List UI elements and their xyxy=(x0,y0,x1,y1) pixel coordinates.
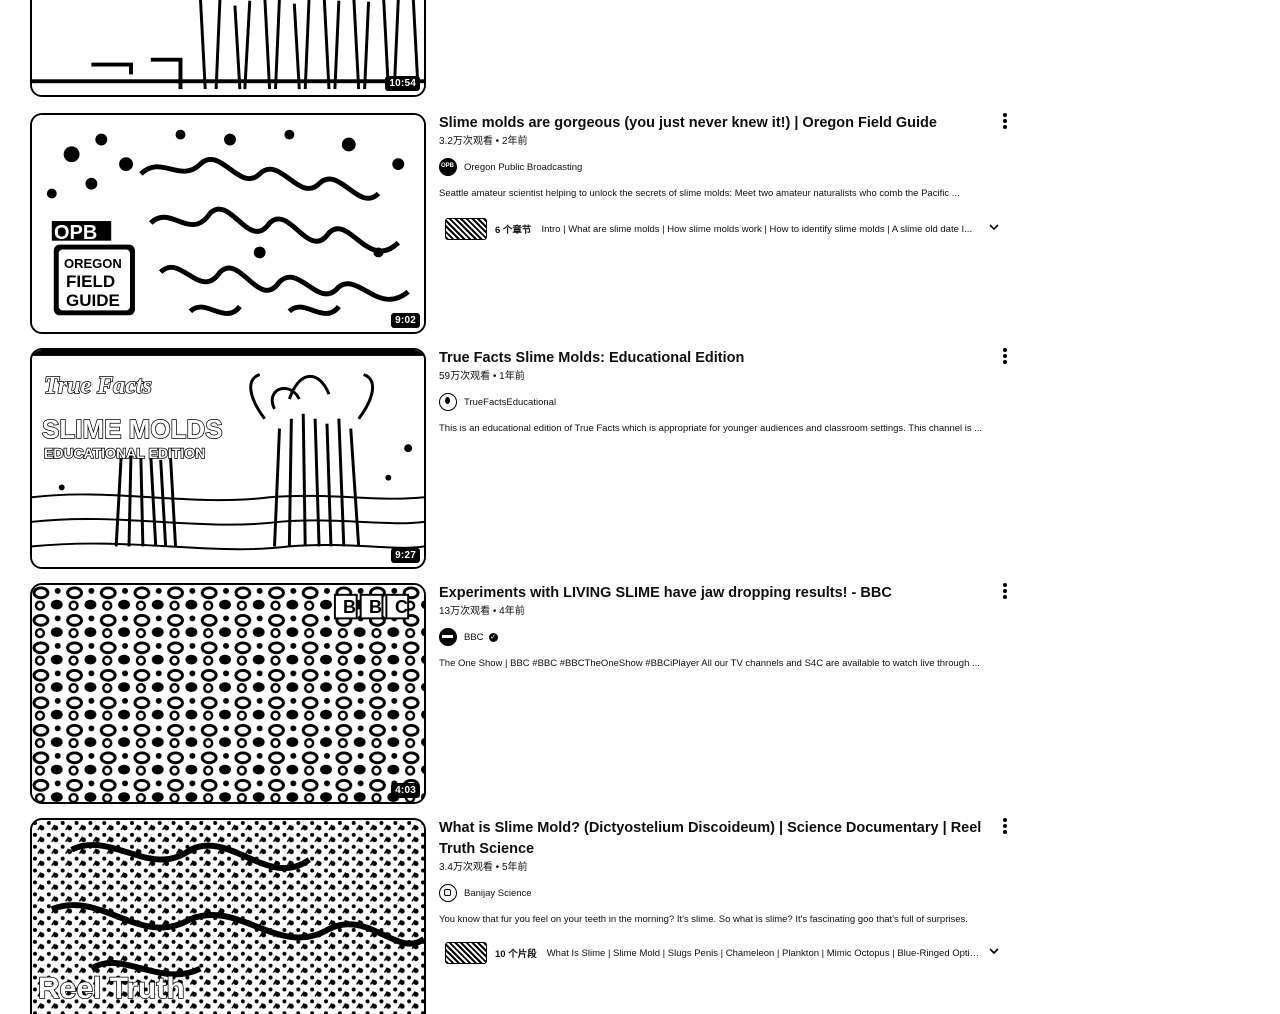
video-duration: 10:54 xyxy=(385,76,420,91)
video-title[interactable]: What is Slime Mold? (Dictyostelium Disco… xyxy=(439,818,999,860)
channel-name[interactable]: BBC xyxy=(464,632,484,643)
channel-avatar[interactable] xyxy=(439,393,457,411)
video-description: You know that fur you feel on your teeth… xyxy=(439,914,968,925)
video-duration: 9:02 xyxy=(391,313,420,328)
video-title[interactable]: Experiments with LIVING SLIME have jaw d… xyxy=(439,583,999,604)
video-description: Seattle amateur scientist helping to unl… xyxy=(439,188,960,199)
chapters-list: Intro | What are slime molds | How slime… xyxy=(541,223,973,235)
video-title[interactable]: True Facts Slime Molds: Educational Edit… xyxy=(439,348,999,369)
video-meta: 3.4万次观看 • 5年前 xyxy=(439,862,528,873)
chevron-down-icon[interactable] xyxy=(987,945,1001,959)
channel-avatar[interactable] xyxy=(439,628,457,646)
video-thumbnail[interactable]: OPB OREGON FIELD GUIDE 9:02 xyxy=(30,113,426,334)
bbc-logo-letter: C xyxy=(395,597,408,617)
thumbnail-art xyxy=(32,0,424,95)
channel-name[interactable]: Banijay Science xyxy=(464,888,532,899)
more-vert-icon[interactable] xyxy=(996,818,1014,838)
thumbnail-text: Reel Truth xyxy=(37,972,185,1005)
thumbnail-logo-line: GUIDE xyxy=(66,291,120,310)
chapter-thumbnail[interactable] xyxy=(445,218,487,240)
video-meta: 3.2万次观看 • 2年前 xyxy=(439,136,528,147)
channel-row[interactable]: TrueFactsEducational xyxy=(439,392,999,412)
video-duration: 4:03 xyxy=(391,783,420,798)
chapters-count: 10 个片段 xyxy=(495,949,537,960)
thumbnail-art xyxy=(32,585,424,802)
video-result[interactable]: B B C 4:03 Experiments with LIVING SLIME… xyxy=(30,583,1020,804)
video-info: Experiments with LIVING SLIME have jaw d… xyxy=(439,583,999,671)
video-thumbnail[interactable]: Reel Truth xyxy=(30,818,426,1014)
channel-row[interactable]: Banijay Science xyxy=(439,883,999,903)
chapters-list: What Is Slime | Slime Mold | Slugs Penis… xyxy=(546,947,987,959)
video-description: This is an educational edition of True F… xyxy=(439,423,983,434)
video-duration: 9:27 xyxy=(391,548,420,563)
chapters-count: 6 个章节 xyxy=(495,225,532,236)
chapters-row[interactable]: 10 个片段 What Is Slime | Slime Mold | Slug… xyxy=(439,941,1009,965)
thumbnail-logo-line: FIELD xyxy=(66,272,116,291)
chapter-thumbnail[interactable] xyxy=(445,942,487,964)
channel-row[interactable]: BBC ✓ xyxy=(439,627,999,647)
chapters-row[interactable]: 6 个章节 Intro | What are slime molds | How… xyxy=(439,217,1009,241)
thumbnail-text: True Facts xyxy=(43,373,152,399)
channel-avatar[interactable] xyxy=(439,884,457,902)
video-thumbnail[interactable]: True Facts SLIME MOLDS EDUCATIONAL EDITI… xyxy=(30,348,426,569)
video-result[interactable]: OPB OREGON FIELD GUIDE 9:02 Slime molds … xyxy=(30,113,1020,334)
thumbnail-text: EDUCATIONAL EDITION xyxy=(43,445,206,461)
more-vert-icon[interactable] xyxy=(996,113,1014,133)
avatar-text: OPB xyxy=(440,163,454,169)
video-thumbnail[interactable]: B B C 4:03 xyxy=(30,583,426,804)
video-result[interactable]: Reel Truth What is Slime Mold? (Dictyost… xyxy=(30,818,1020,1014)
channel-avatar[interactable]: OPB xyxy=(439,158,457,176)
thumbnail-text: SLIME MOLDS xyxy=(41,414,223,444)
video-info: Slime molds are gorgeous (you just never… xyxy=(439,113,999,241)
search-results-list: 10:54 OPB OREGON FIELD GUIDE 9:02 Slime … xyxy=(0,0,1280,1014)
bbc-logo-letter: B xyxy=(343,597,356,617)
video-result[interactable]: True Facts SLIME MOLDS EDUCATIONAL EDITI… xyxy=(30,348,1020,569)
video-result[interactable]: 10:54 xyxy=(30,0,1020,97)
video-info: True Facts Slime Molds: Educational Edit… xyxy=(439,348,999,436)
video-meta: 59万次观看 • 1年前 xyxy=(439,371,525,382)
channel-row[interactable]: OPB Oregon Public Broadcasting xyxy=(439,157,999,177)
thumbnail-logo-opb: OPB xyxy=(53,222,98,244)
verified-badge-icon: ✓ xyxy=(488,632,498,642)
video-meta: 13万次观看 • 4年前 xyxy=(439,606,525,617)
video-thumbnail[interactable]: 10:54 xyxy=(30,0,426,97)
video-description: The One Show | BBC #BBC #BBCTheOneShow #… xyxy=(439,658,980,669)
channel-name[interactable]: Oregon Public Broadcasting xyxy=(464,162,582,173)
more-vert-icon[interactable] xyxy=(996,348,1014,368)
thumbnail-logo-line: OREGON xyxy=(64,256,122,271)
video-title[interactable]: Slime molds are gorgeous (you just never… xyxy=(439,113,999,134)
chevron-down-icon[interactable] xyxy=(987,221,1001,235)
video-info: What is Slime Mold? (Dictyostelium Disco… xyxy=(439,818,999,965)
bbc-logo-letter: B xyxy=(369,597,382,617)
more-vert-icon[interactable] xyxy=(996,583,1014,603)
channel-name[interactable]: TrueFactsEducational xyxy=(464,397,556,408)
